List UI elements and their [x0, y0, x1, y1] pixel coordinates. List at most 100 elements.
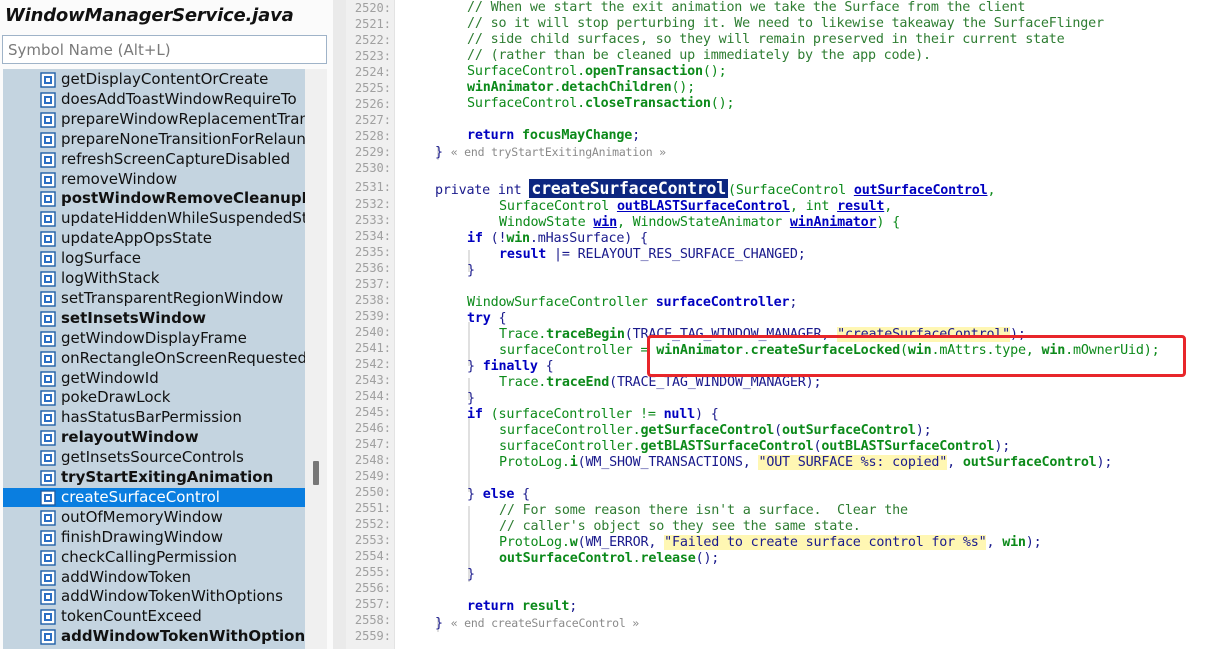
- gutter-divider: [394, 0, 395, 649]
- panel-splitter[interactable]: [333, 0, 346, 649]
- symbol-panel: WindowManagerService.java getDisplayCont…: [0, 0, 333, 649]
- symbol-list: getDisplayContentOrCreate doesAddToastWin…: [3, 69, 305, 649]
- code-line: try {: [467, 311, 507, 326]
- method-symbol-icon: [40, 390, 56, 407]
- method-symbol-icon: [40, 271, 56, 287]
- symbol-list-item[interactable]: updateAppOpsState: [3, 229, 305, 248]
- symbol-list-item[interactable]: refreshScreenCaptureDisabled: [3, 150, 305, 169]
- symbol-list-item[interactable]: outOfMemoryWindow: [3, 508, 305, 527]
- line-number: 2550:: [354, 485, 391, 499]
- symbol-list-item[interactable]: hasStatusBarPermission: [3, 408, 305, 427]
- code-comment: // side child surfaces, so they will rem…: [467, 32, 1065, 47]
- line-number: 2521:: [354, 17, 391, 31]
- line-number: 2527:: [354, 113, 391, 127]
- method-symbol-icon: [40, 151, 56, 168]
- symbol-list-item[interactable]: updateHiddenWhileSuspendedSt: [3, 209, 305, 228]
- symbol-list-item[interactable]: onRectangleOnScreenRequested: [3, 349, 305, 368]
- method-symbol-icon: [40, 450, 56, 466]
- code-line: surfaceController.getBLASTSurfaceControl…: [499, 439, 1011, 454]
- line-number: 2559:: [354, 629, 391, 643]
- method-symbol-icon: [40, 609, 56, 625]
- line-number: 2535:: [354, 245, 391, 259]
- symbol-list-item[interactable]: getWindowId: [3, 369, 305, 388]
- symbol-list-scroll-thumb[interactable]: [313, 461, 319, 485]
- line-number: 2557:: [354, 597, 391, 611]
- symbol-list-item[interactable]: relayoutWindow: [3, 428, 305, 447]
- symbol-list-item[interactable]: finishDrawingWindow: [3, 528, 305, 547]
- method-symbol-icon: [40, 112, 56, 128]
- symbol-label: refreshScreenCaptureDisabled: [61, 149, 291, 168]
- symbol-list-item[interactable]: pokeDrawLock: [3, 388, 305, 407]
- code-comment: // When we start the exit animation we t…: [467, 0, 1026, 15]
- method-symbol-icon: [40, 490, 56, 506]
- symbol-label: createSurfaceControl: [61, 487, 220, 506]
- symbol-label: getWindowId: [61, 368, 159, 387]
- code-comment: // caller's object so they see the same …: [499, 519, 861, 534]
- code-line: if (!win.mHasSurface) {: [467, 231, 648, 246]
- line-number: 2558:: [354, 613, 391, 627]
- symbol-list-item[interactable]: tokenCountExceed: [3, 607, 305, 626]
- code-line: SurfaceControl outBLASTSurfaceControl, i…: [499, 199, 893, 214]
- symbol-list-item[interactable]: removeWindow: [3, 170, 305, 189]
- symbol-list-item[interactable]: doesAddToastWindowRequireTo: [3, 90, 305, 109]
- method-symbol-icon: [40, 510, 56, 526]
- symbol-label: checkCallingPermission: [61, 547, 238, 566]
- line-number: 2553:: [354, 533, 391, 547]
- symbol-label: logSurface: [61, 249, 142, 268]
- symbol-label: getInsetsSourceControls: [61, 448, 244, 467]
- code-line: WindowState win, WindowStateAnimator win…: [499, 215, 900, 230]
- symbol-list-item[interactable]: logWithStack: [3, 269, 305, 288]
- code-line: outSurfaceControl.release();: [499, 551, 720, 566]
- method-signature: private int createSurfaceControl (Surface…: [435, 179, 996, 198]
- symbol-label: tryStartExitingAnimation: [61, 468, 274, 486]
- symbol-label: getWindowDisplayFrame: [61, 328, 247, 347]
- line-number: 2551:: [354, 501, 391, 515]
- symbol-label: setTransparentRegionWindow: [61, 288, 284, 307]
- symbol-list-item[interactable]: logSurface: [3, 249, 305, 268]
- line-number: 2534:: [354, 229, 391, 243]
- line-number: 2538:: [354, 293, 391, 307]
- symbol-list-item[interactable]: addWindowToken: [3, 568, 305, 587]
- symbol-search-input[interactable]: [2, 35, 327, 64]
- code-comment: // For some reason there isn't a surface…: [499, 503, 908, 518]
- line-number: 2537:: [354, 277, 391, 291]
- line-number: 2536:: [354, 261, 391, 275]
- code-comment: // (rather than be cleaned up immediatel…: [467, 48, 931, 63]
- line-number: 2526:: [354, 97, 391, 111]
- symbol-list-item[interactable]: setInsetsWindow: [3, 309, 305, 328]
- method-symbol-icon: [40, 430, 56, 446]
- symbol-list-scrollbar[interactable]: [305, 69, 327, 649]
- method-symbol-icon: [40, 251, 56, 267]
- line-number: 2525:: [354, 81, 391, 95]
- symbol-list-item[interactable]: getDisplayContentOrCreate: [3, 70, 305, 89]
- file-title: WindowManagerService.java: [5, 5, 294, 26]
- method-symbol-icon: [40, 350, 56, 367]
- symbol-label: addWindowTokenWithOptions: [61, 627, 305, 646]
- method-symbol-icon: [40, 72, 56, 88]
- symbol-list-item[interactable]: postWindowRemoveCleanupLoc: [3, 189, 305, 208]
- code-line: } « end createSurfaceControl »: [435, 616, 639, 631]
- symbol-list-item[interactable]: addWindowTokenWithOptions: [3, 587, 305, 606]
- symbol-list-item[interactable]: addWindowTokenWithOptions: [3, 627, 305, 646]
- symbol-list-item[interactable]: prepareWindowReplacementTran: [3, 110, 305, 129]
- symbol-list-item[interactable]: prepareNoneTransitionForRelaun: [3, 130, 305, 149]
- symbol-label: prepareWindowReplacementTran: [61, 109, 305, 128]
- symbol-label: addWindowToken: [61, 567, 192, 586]
- line-number: 2532:: [354, 197, 391, 211]
- symbol-label: postWindowRemoveCleanupLoc: [61, 189, 305, 208]
- symbol-label: pokeDrawLock: [61, 388, 171, 407]
- symbol-list-item[interactable]: tryStartExitingAnimation: [3, 468, 305, 487]
- method-symbol-icon: [40, 231, 56, 247]
- symbol-label: getDisplayContentOrCreate: [61, 70, 269, 88]
- symbol-list-item[interactable]: checkCallingPermission: [3, 548, 305, 567]
- symbol-label: prepareNoneTransitionForRelaun: [61, 129, 305, 148]
- code-line: ProtoLog.w(WM_ERROR, "Failed to create s…: [499, 535, 1042, 550]
- symbol-list-item[interactable]: createSurfaceControl: [3, 487, 305, 507]
- symbol-list-item[interactable]: setTransparentRegionWindow: [3, 289, 305, 308]
- symbol-list-item[interactable]: getWindowDisplayFrame: [3, 329, 305, 348]
- symbol-label: removeWindow: [61, 169, 178, 188]
- symbol-label: logWithStack: [61, 269, 160, 287]
- symbol-list-item[interactable]: getInsetsSourceControls: [3, 448, 305, 467]
- symbol-label: updateHiddenWhileSuspendedSt: [61, 209, 305, 228]
- code-line: WindowSurfaceController surfaceControlle…: [467, 295, 798, 310]
